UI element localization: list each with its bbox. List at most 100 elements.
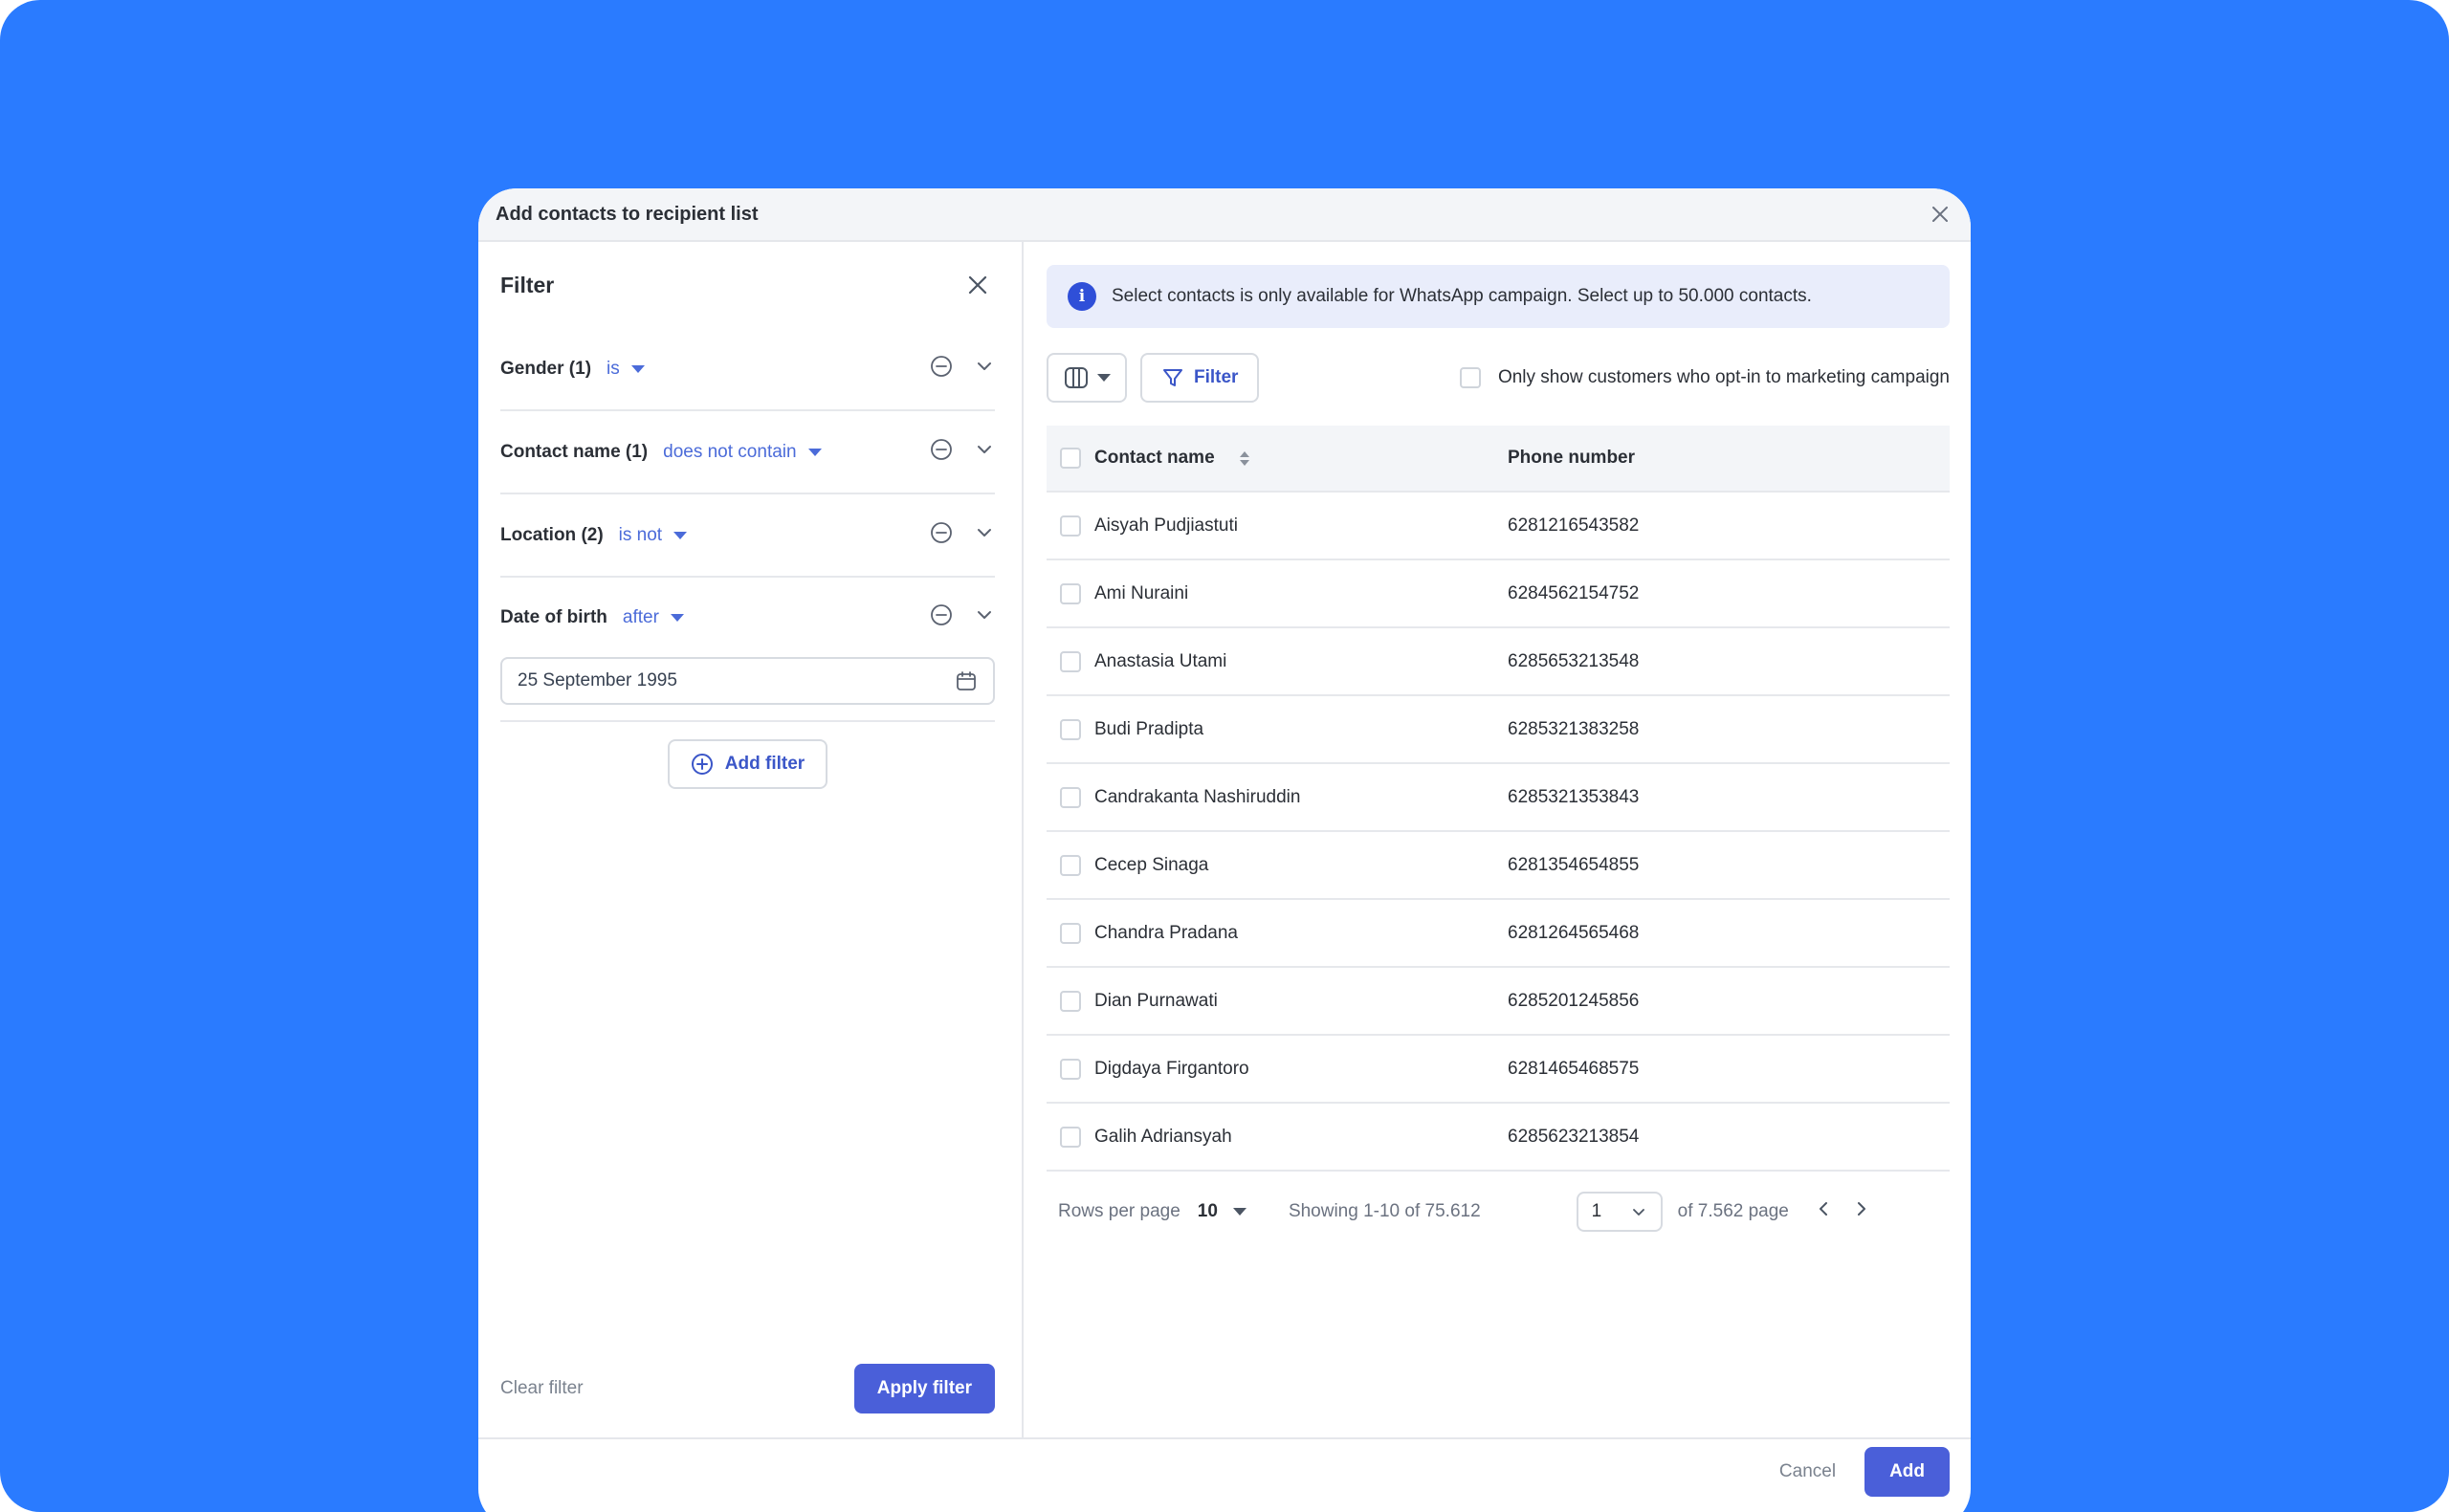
filter-row-contact-name: Contact name (1) does not contain xyxy=(500,411,995,494)
caret-down-icon xyxy=(670,613,684,622)
sort-icon[interactable] xyxy=(1239,450,1249,466)
phone-number: 6285653213548 xyxy=(1508,650,1640,671)
total-pages-text: of 7.562 page xyxy=(1677,1201,1789,1221)
chevron-down-icon xyxy=(978,611,991,619)
filter-block-date-of-birth: Date of birth after 25 September 1995 xyxy=(500,578,995,722)
column-header-contact-name[interactable]: Contact name xyxy=(1094,448,1508,469)
info-text: Select contacts is only available for Wh… xyxy=(1112,286,1812,306)
table-row[interactable]: Cecep Sinaga 6281354654855 xyxy=(1047,832,1950,900)
column-header-label: Contact name xyxy=(1094,448,1215,468)
filter-panel-close-button[interactable] xyxy=(960,268,995,302)
expand-filter-button[interactable] xyxy=(974,439,995,465)
page-number-select[interactable]: 1 xyxy=(1576,1192,1663,1232)
expand-filter-button[interactable] xyxy=(974,356,995,382)
filter-operator-dropdown[interactable]: is xyxy=(607,359,645,380)
contact-name: Ami Nuraini xyxy=(1094,582,1189,603)
chevron-down-icon xyxy=(978,529,991,537)
row-checkbox[interactable] xyxy=(1060,854,1081,876)
page-navigation xyxy=(1814,1199,1871,1224)
optin-checkbox[interactable] xyxy=(1459,367,1481,388)
filter-button[interactable]: Filter xyxy=(1140,353,1260,403)
filter-label: Date of birth xyxy=(500,606,607,627)
showing-range-text: Showing 1-10 of 75.612 xyxy=(1288,1201,1481,1221)
row-checkbox[interactable] xyxy=(1060,786,1081,808)
modal-title: Add contacts to recipient list xyxy=(496,203,759,225)
remove-filter-button[interactable] xyxy=(930,355,953,383)
clear-filter-button[interactable]: Clear filter xyxy=(500,1378,584,1399)
filter-operator-dropdown[interactable]: does not contain xyxy=(663,441,822,463)
chevron-left-icon xyxy=(1819,1202,1827,1216)
phone-number: 6284562154752 xyxy=(1508,582,1640,603)
filter-label: Location (2) xyxy=(500,524,604,545)
contact-name: Galih Adriansyah xyxy=(1094,1126,1232,1147)
expand-filter-button[interactable] xyxy=(974,522,995,548)
row-checkbox[interactable] xyxy=(1060,1126,1081,1148)
phone-number: 6285623213854 xyxy=(1508,1126,1640,1147)
previous-page-button[interactable] xyxy=(1814,1199,1833,1224)
phone-number: 6281216543582 xyxy=(1508,515,1640,536)
background: Add contacts to recipient list Filter Ge… xyxy=(0,0,2449,1512)
add-filter-label: Add filter xyxy=(724,754,805,774)
apply-filter-button[interactable]: Apply filter xyxy=(853,1364,995,1413)
add-contacts-modal: Add contacts to recipient list Filter Ge… xyxy=(478,188,1971,1512)
cancel-button[interactable]: Cancel xyxy=(1779,1447,1836,1497)
add-button[interactable]: Add xyxy=(1864,1447,1950,1497)
contacts-panel: i Select contacts is only available for … xyxy=(1024,242,1971,1437)
expand-filter-button[interactable] xyxy=(974,604,995,630)
filter-label: Gender (1) xyxy=(500,358,592,379)
contacts-table: Contact name Phone number Aisyah Pudjias… xyxy=(1047,426,1950,1172)
rows-per-page-label: Rows per page xyxy=(1058,1201,1180,1221)
filter-row-date-of-birth: Date of birth after xyxy=(500,578,995,657)
funnel-icon xyxy=(1163,369,1182,386)
table-row[interactable]: Budi Pradipta 6285321383258 xyxy=(1047,696,1950,764)
remove-filter-button[interactable] xyxy=(930,603,953,631)
remove-filter-button[interactable] xyxy=(930,521,953,549)
filter-panel-title: Filter xyxy=(500,272,555,297)
table-row[interactable]: Galih Adriansyah 6285623213854 xyxy=(1047,1104,1950,1172)
contact-name: Dian Purnawati xyxy=(1094,990,1218,1011)
table-header: Contact name Phone number xyxy=(1047,426,1950,493)
caret-down-icon xyxy=(807,448,822,456)
column-header-phone-number: Phone number xyxy=(1508,448,1636,468)
row-checkbox[interactable] xyxy=(1060,582,1081,604)
filter-operator-value: does not contain xyxy=(663,441,797,462)
chevron-right-icon xyxy=(1857,1202,1865,1216)
column-settings-button[interactable] xyxy=(1047,353,1127,403)
row-checkbox[interactable] xyxy=(1060,1058,1081,1080)
table-row[interactable]: Dian Purnawati 6285201245856 xyxy=(1047,968,1950,1036)
phone-number: 6285321353843 xyxy=(1508,786,1640,807)
table-row[interactable]: Digdaya Firgantoro 6281465468575 xyxy=(1047,1036,1950,1104)
row-checkbox[interactable] xyxy=(1060,515,1081,537)
optin-toggle[interactable]: Only show customers who opt-in to market… xyxy=(1459,367,1950,388)
table-row[interactable]: Ami Nuraini 6284562154752 xyxy=(1047,560,1950,628)
next-page-button[interactable] xyxy=(1852,1199,1871,1224)
table-toolbar: Filter Only show customers who opt-in to… xyxy=(1047,353,1950,403)
rows-per-page-select[interactable]: 10 xyxy=(1198,1201,1247,1222)
select-all-checkbox[interactable] xyxy=(1060,448,1081,469)
chevron-down-icon xyxy=(978,362,991,370)
row-checkbox[interactable] xyxy=(1060,990,1081,1012)
table-row[interactable]: Aisyah Pudjiastuti 6281216543582 xyxy=(1047,493,1950,560)
filter-operator-dropdown[interactable]: after xyxy=(623,607,684,628)
row-checkbox[interactable] xyxy=(1060,922,1081,944)
table-row[interactable]: Candrakanta Nashiruddin 6285321353843 xyxy=(1047,764,1950,832)
modal-close-button[interactable] xyxy=(1923,197,1957,231)
rows-per-page-value: 10 xyxy=(1197,1201,1218,1221)
row-checkbox[interactable] xyxy=(1060,650,1081,672)
contact-name: Chandra Pradana xyxy=(1094,922,1238,943)
caret-down-icon xyxy=(1232,1208,1247,1216)
columns-icon xyxy=(1065,367,1088,388)
date-of-birth-input[interactable]: 25 September 1995 xyxy=(500,657,995,705)
calendar-icon[interactable] xyxy=(955,669,978,692)
phone-number: 6281465468575 xyxy=(1508,1058,1640,1079)
close-icon xyxy=(968,275,987,295)
remove-filter-button[interactable] xyxy=(930,438,953,466)
table-row[interactable]: Anastasia Utami 6285653213548 xyxy=(1047,628,1950,696)
row-checkbox[interactable] xyxy=(1060,718,1081,740)
filter-operator-dropdown[interactable]: is not xyxy=(619,525,688,546)
contact-name: Anastasia Utami xyxy=(1094,650,1227,671)
table-row[interactable]: Chandra Pradana 6281264565468 xyxy=(1047,900,1950,968)
chevron-down-icon xyxy=(1632,1209,1644,1216)
filter-title-row: Filter xyxy=(500,242,995,328)
add-filter-button[interactable]: Add filter xyxy=(667,739,828,789)
